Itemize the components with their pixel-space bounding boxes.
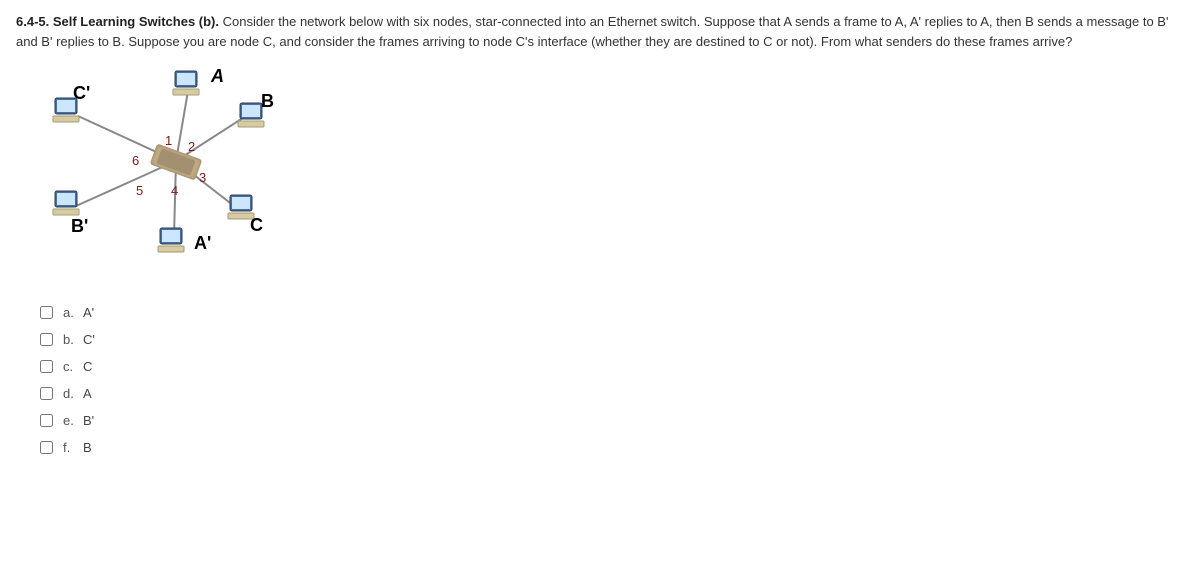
question-number-title: 6.4-5. Self Learning Switches (b). bbox=[16, 14, 219, 29]
node-label-Cprime: C' bbox=[73, 83, 90, 104]
option-b-text: C' bbox=[83, 332, 95, 347]
node-label-Bprime: B' bbox=[71, 216, 88, 237]
port-3: 3 bbox=[199, 170, 206, 185]
option-c[interactable]: c. C bbox=[40, 353, 1184, 380]
option-e-letter: e. bbox=[63, 413, 83, 428]
option-d-letter: d. bbox=[63, 386, 83, 401]
option-f[interactable]: f. B bbox=[40, 434, 1184, 461]
node-label-B: B bbox=[261, 91, 274, 112]
option-c-text: C bbox=[83, 359, 92, 374]
option-a[interactable]: a. A' bbox=[40, 299, 1184, 326]
option-e[interactable]: e. B' bbox=[40, 407, 1184, 434]
option-e-text: B' bbox=[83, 413, 94, 428]
option-c-letter: c. bbox=[63, 359, 83, 374]
option-a-letter: a. bbox=[63, 305, 83, 320]
port-1: 1 bbox=[165, 133, 172, 148]
question-header: 6.4-5. Self Learning Switches (b). Consi… bbox=[16, 12, 1184, 51]
option-e-checkbox[interactable] bbox=[40, 414, 53, 427]
option-f-text: B bbox=[83, 440, 92, 455]
option-b-letter: b. bbox=[63, 332, 83, 347]
node-label-A: A bbox=[211, 66, 224, 87]
option-b-checkbox[interactable] bbox=[40, 333, 53, 346]
option-f-checkbox[interactable] bbox=[40, 441, 53, 454]
port-4: 4 bbox=[171, 183, 178, 198]
node-label-Aprime: A' bbox=[194, 233, 211, 254]
answer-options: a. A' b. C' c. C d. A e. B' f. B bbox=[40, 299, 1184, 461]
option-b[interactable]: b. C' bbox=[40, 326, 1184, 353]
option-c-checkbox[interactable] bbox=[40, 360, 53, 373]
network-diagram: A C' B B' C A' 1 2 3 4 5 6 bbox=[16, 61, 316, 281]
port-2: 2 bbox=[188, 139, 195, 154]
option-d[interactable]: d. A bbox=[40, 380, 1184, 407]
node-pc-A bbox=[171, 69, 201, 97]
option-a-checkbox[interactable] bbox=[40, 306, 53, 319]
node-label-C: C bbox=[250, 215, 263, 236]
port-6: 6 bbox=[132, 153, 139, 168]
option-d-checkbox[interactable] bbox=[40, 387, 53, 400]
node-pc-Bprime bbox=[51, 189, 81, 217]
option-f-letter: f. bbox=[63, 440, 83, 455]
option-a-text: A' bbox=[83, 305, 94, 320]
node-pc-Aprime bbox=[156, 226, 186, 254]
port-5: 5 bbox=[136, 183, 143, 198]
option-d-text: A bbox=[83, 386, 92, 401]
